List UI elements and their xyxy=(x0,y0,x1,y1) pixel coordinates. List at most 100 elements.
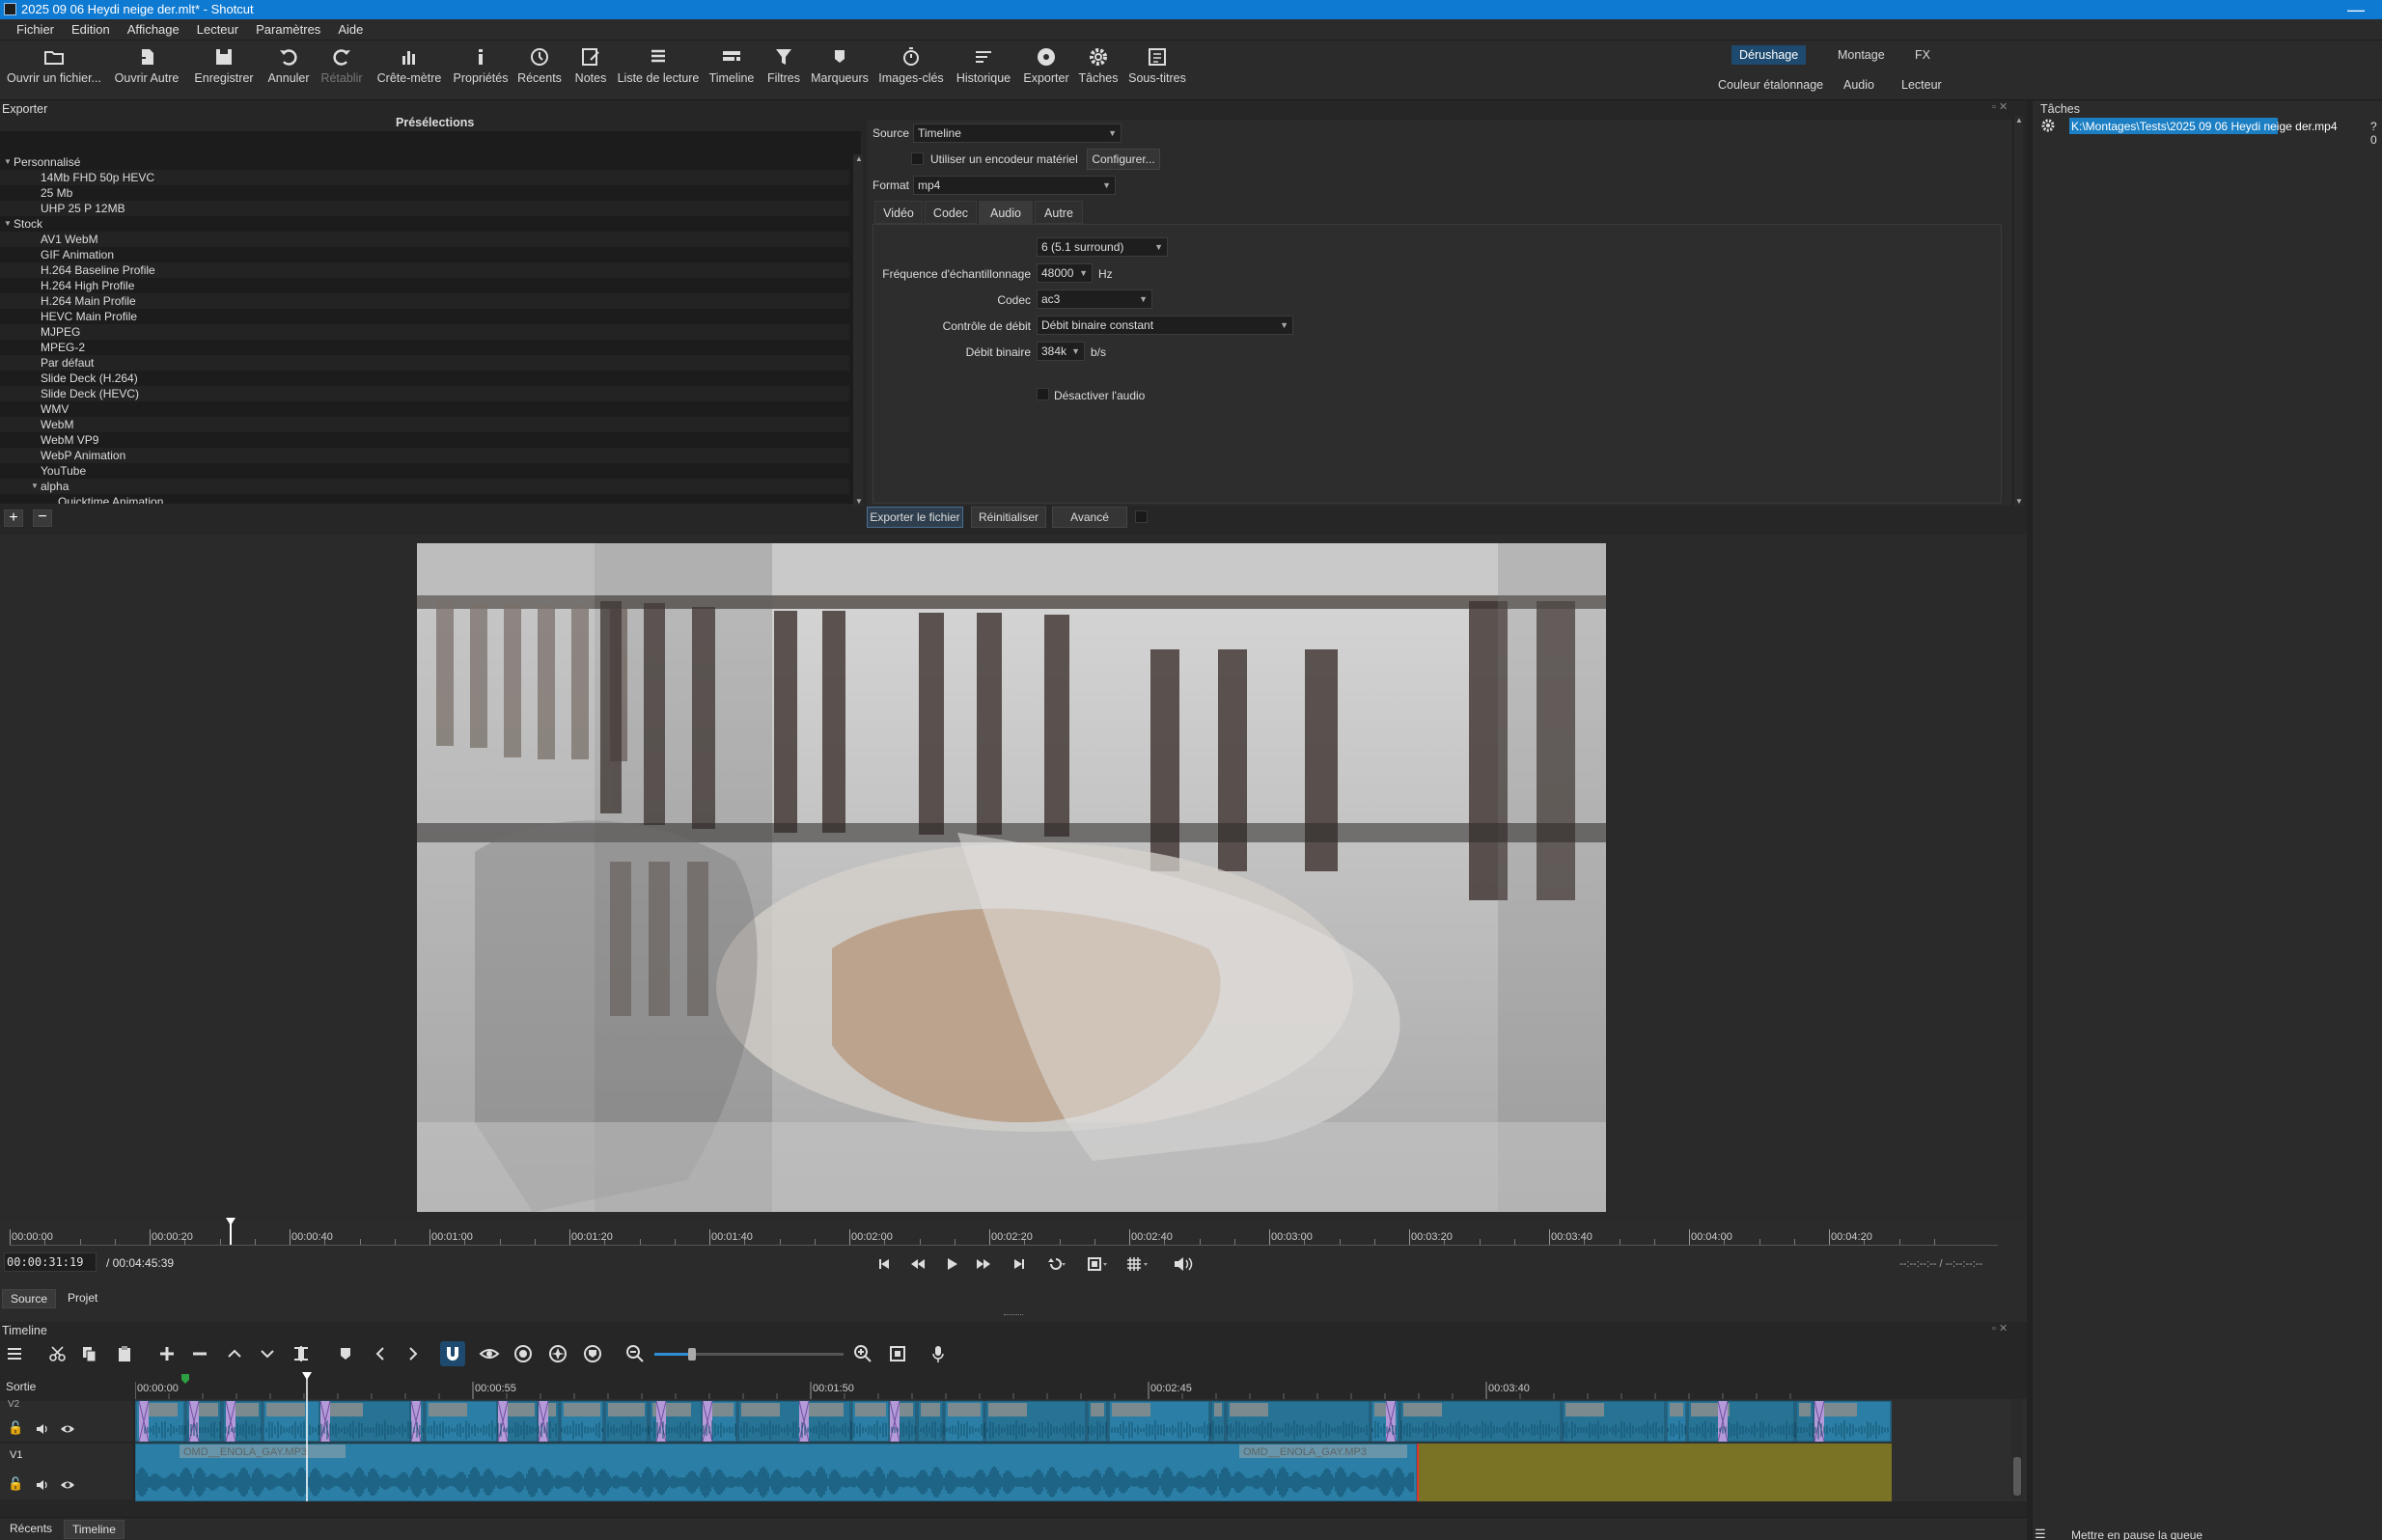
skip-to-start-icon[interactable] xyxy=(876,1256,892,1272)
menu-icon[interactable]: ☰ xyxy=(2035,1526,2046,1540)
menu-fichier[interactable]: Fichier xyxy=(8,19,63,40)
menu-lecteur[interactable]: Lecteur xyxy=(188,19,247,40)
menu-affichage[interactable]: Affichage xyxy=(119,19,188,40)
preset-category[interactable]: Personnalisé xyxy=(14,154,80,170)
configure-button[interactable]: Configurer... xyxy=(1087,149,1160,170)
rewind-icon[interactable] xyxy=(909,1256,927,1272)
lift-icon[interactable] xyxy=(226,1345,243,1362)
mode-fx[interactable]: FX xyxy=(1907,45,1938,65)
open-other-button[interactable]: Ouvrir Autre xyxy=(108,46,185,85)
zoom-slider-handle[interactable] xyxy=(688,1348,697,1361)
append-icon[interactable] xyxy=(158,1345,176,1362)
preset-item[interactable]: 14Mb FHD 50p HEVC xyxy=(41,170,154,185)
panel-float-icon[interactable]: ▫ ✕ xyxy=(1992,1322,2008,1334)
zoom-in-icon[interactable] xyxy=(853,1344,872,1363)
copy-icon[interactable] xyxy=(81,1345,98,1362)
timeline-button[interactable]: Timeline xyxy=(706,46,757,85)
job-item[interactable]: K:\Montages\Tests\2025 09 06 Heydi neige… xyxy=(2071,120,2338,133)
presets-scrollbar[interactable]: ▲ ▼ xyxy=(853,154,863,506)
undo-button[interactable]: Annuler xyxy=(263,46,315,85)
splitter[interactable] xyxy=(2027,100,2033,1540)
ripple-markers-icon[interactable] xyxy=(583,1344,602,1363)
history-button[interactable]: Historique xyxy=(952,46,1015,85)
preset-item[interactable]: HEVC Main Profile xyxy=(41,309,137,324)
record-audio-icon[interactable] xyxy=(930,1344,946,1363)
preset-item[interactable]: YouTube xyxy=(41,463,86,479)
tab-project[interactable]: Projet xyxy=(62,1289,103,1308)
preset-item[interactable]: H.264 Main Profile xyxy=(41,293,136,309)
mode-audio[interactable]: Audio xyxy=(1836,75,1882,95)
timeline-menu-icon[interactable] xyxy=(6,1345,23,1362)
preset-item[interactable]: WebM xyxy=(41,417,73,432)
menu-aide[interactable]: Aide xyxy=(329,19,372,40)
filters-button[interactable]: Filtres xyxy=(762,46,805,85)
channels-select[interactable]: 6 (5.1 surround) ▼ xyxy=(1037,237,1168,257)
eye-icon[interactable] xyxy=(60,1422,75,1436)
notes-button[interactable]: Notes xyxy=(569,46,612,85)
mute-icon[interactable] xyxy=(35,1478,50,1492)
properties-button[interactable]: Propriétés xyxy=(452,46,510,85)
tab-video[interactable]: Vidéo xyxy=(874,201,923,224)
preset-item[interactable]: GIF Animation xyxy=(41,247,114,262)
advanced-button[interactable]: Avancé xyxy=(1052,507,1127,528)
tab-recents[interactable]: Récents xyxy=(2,1520,60,1537)
lock-icon[interactable]: 🔓 xyxy=(8,1476,23,1492)
eye-icon[interactable] xyxy=(60,1478,75,1492)
preset-category[interactable]: Stock xyxy=(14,216,42,232)
menu-parametres[interactable]: Paramètres xyxy=(247,19,329,40)
position-field[interactable]: 00:00:31:19 xyxy=(4,1252,97,1272)
preset-item[interactable]: MJPEG xyxy=(41,324,80,340)
mode-player[interactable]: Lecteur xyxy=(1894,75,1950,95)
preset-item[interactable]: UHP 25 P 12MB xyxy=(41,201,125,216)
pause-queue-button[interactable]: Mettre en pause la queue xyxy=(2071,1528,2202,1540)
tab-source[interactable]: Source xyxy=(2,1289,57,1308)
preset-item[interactable]: 25 Mb xyxy=(41,185,72,201)
preset-item[interactable]: alpha xyxy=(41,479,69,494)
preset-item[interactable]: WebM VP9 xyxy=(41,432,98,448)
zoom-slider[interactable] xyxy=(654,1348,844,1361)
snap-button[interactable] xyxy=(440,1341,465,1366)
preset-item[interactable]: MPEG-2 xyxy=(41,340,85,355)
fast-forward-icon[interactable] xyxy=(975,1256,992,1272)
expand-arrow-icon[interactable]: ▼ xyxy=(4,216,12,232)
skip-to-end-icon[interactable] xyxy=(1011,1256,1027,1272)
samplerate-input[interactable]: 48000 ▼ xyxy=(1037,263,1093,283)
play-icon[interactable] xyxy=(944,1256,959,1272)
peak-meter-button[interactable]: Crête-mètre xyxy=(373,46,446,85)
advanced-checkbox[interactable] xyxy=(1135,510,1148,523)
hw-encoder-checkbox[interactable] xyxy=(911,152,924,165)
remove-preset-button[interactable]: − xyxy=(33,509,52,527)
mode-editing[interactable]: Montage xyxy=(1830,45,1893,65)
redo-button[interactable]: Rétablir xyxy=(317,46,367,85)
keyframes-button[interactable]: Images-clés xyxy=(874,46,948,85)
grid-icon[interactable] xyxy=(1125,1255,1150,1273)
ripple-icon[interactable] xyxy=(513,1344,533,1363)
disable-audio-checkbox[interactable] xyxy=(1037,388,1049,400)
ripple-delete-icon[interactable] xyxy=(191,1345,208,1362)
bitrate-input[interactable]: 384k ▼ xyxy=(1037,342,1085,361)
tab-audio[interactable]: Audio xyxy=(979,201,1033,224)
loop-icon[interactable] xyxy=(1044,1255,1067,1273)
add-preset-button[interactable]: + xyxy=(4,509,23,527)
add-marker-icon[interactable] xyxy=(338,1345,353,1362)
splitter-handle[interactable] xyxy=(1004,1314,1023,1316)
previous-marker-icon[interactable] xyxy=(373,1345,388,1362)
save-button[interactable]: Enregistrer xyxy=(189,46,259,85)
open-file-button[interactable]: Ouvrir un fichier... xyxy=(6,46,102,85)
preset-item[interactable]: AV1 WebM xyxy=(41,232,98,247)
tab-other[interactable]: Autre xyxy=(1035,201,1083,224)
timeline-tracks-area[interactable]: 00:00:00 00:00:55 00:01:50 00:02:45 00:03:40… xyxy=(135,1372,2027,1501)
video-preview[interactable] xyxy=(417,543,1606,1212)
export-button[interactable]: Exporter xyxy=(1019,46,1073,85)
audio-codec-select[interactable]: ac3 ▼ xyxy=(1037,289,1152,309)
tab-codec[interactable]: Codec xyxy=(925,201,977,224)
panel-float-icon[interactable]: ▫ ✕ xyxy=(1992,100,2008,113)
jobs-button[interactable]: Tâches xyxy=(1075,46,1122,85)
playlist-button[interactable]: Liste de lecture xyxy=(616,46,701,85)
format-select[interactable]: mp4 ▼ xyxy=(913,176,1116,195)
window-close-icon[interactable]: — xyxy=(2347,0,2365,19)
expand-arrow-icon[interactable]: ▼ xyxy=(4,154,12,170)
mode-color[interactable]: Couleur étalonnage xyxy=(1710,75,1831,95)
menu-edition[interactable]: Edition xyxy=(63,19,119,40)
preset-item[interactable]: Quicktime Animation xyxy=(58,494,163,504)
